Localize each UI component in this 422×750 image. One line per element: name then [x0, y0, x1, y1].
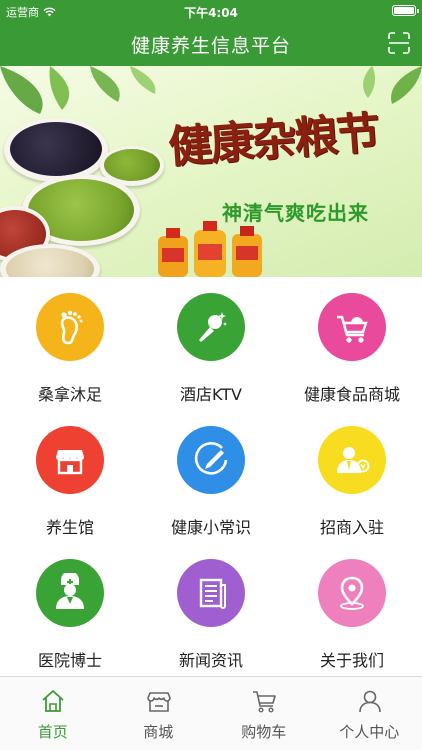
grid-item-label: 关于我们: [319, 651, 384, 670]
location-pin-icon: [318, 559, 386, 627]
foot-icon: [36, 293, 104, 361]
tab-label: 个人中心: [339, 723, 400, 741]
tab-profile[interactable]: 个人中心: [317, 677, 422, 750]
grid-item-label: 医院博士: [37, 651, 102, 670]
battery-icon: [392, 5, 419, 16]
top-bar: 运营商 下午4:04 健康养生信息平台: [0, 0, 422, 66]
grid-item-label: 酒店KTV: [180, 385, 242, 404]
tab-label: 首页: [37, 723, 68, 741]
grid-item-hospital-doctor[interactable]: 医院博士: [0, 543, 140, 676]
grid-item-merchant-join[interactable]: 招商入驻: [282, 410, 422, 543]
tab-home[interactable]: 首页: [0, 677, 106, 750]
merchant-icon: [318, 426, 386, 494]
grid-item-health-tips[interactable]: 健康小常识: [141, 410, 281, 543]
banner-subtitle: 神清气爽吃出来: [222, 201, 369, 225]
status-time: 下午4:04: [184, 6, 238, 20]
page-title: 健康养生信息平台: [130, 35, 291, 57]
leaves-decoration: [0, 66, 156, 114]
service-grid: 桑拿沐足 酒店KTV 健康食品商城 养生馆 健康小常识 招商入驻 医院博士 新闻…: [0, 277, 422, 676]
microphone-icon: [177, 293, 245, 361]
grid-item-label: 招商入驻: [319, 518, 384, 537]
news-icon: [177, 559, 245, 627]
storefront-icon: [36, 426, 104, 494]
grid-item-wellness-center[interactable]: 养生馆: [0, 410, 140, 543]
grid-item-label: 养生馆: [45, 518, 94, 537]
cart-icon: [253, 691, 276, 713]
home-icon: [42, 690, 64, 712]
tab-cart[interactable]: 购物车: [211, 677, 317, 750]
grid-item-label: 新闻资讯: [178, 651, 243, 670]
user-icon: [358, 690, 381, 713]
status-bar: 运营商 下午4:04: [0, 0, 422, 22]
grid-item-sauna[interactable]: 桑拿沐足: [0, 277, 140, 410]
grid-item-label: 健康食品商城: [303, 385, 400, 404]
app-screen: 运营商 下午4:04 健康养生信息平台 健康杂粮节 神清气爽吃出来 桑拿沐足 酒…: [0, 0, 422, 750]
promo-banner[interactable]: 健康杂粮节 神清气爽吃出来: [0, 66, 422, 277]
tab-bar: 首页 商城 购物车 个人中心: [0, 676, 422, 750]
tab-mall[interactable]: 商城: [106, 677, 212, 750]
store-icon: [146, 692, 171, 712]
battery-level: [394, 7, 414, 14]
scan-icon[interactable]: [388, 32, 410, 54]
grid-item-health-food-mall[interactable]: 健康食品商城: [282, 277, 422, 410]
grid-item-news[interactable]: 新闻资讯: [141, 543, 281, 676]
grid-item-hotel-ktv[interactable]: 酒店KTV: [141, 277, 281, 410]
shopping-cart-icon: [318, 293, 386, 361]
grid-item-label: 桑拿沐足: [37, 385, 102, 404]
pencil-icon: [177, 426, 245, 494]
tab-label: 购物车: [241, 723, 287, 741]
tab-label: 商城: [143, 723, 174, 741]
banner-title: 健康杂粮节: [166, 107, 380, 174]
grid-item-about-us[interactable]: 关于我们: [282, 543, 422, 676]
doctor-icon: [36, 559, 104, 627]
nav-bar: 健康养生信息平台: [0, 22, 422, 66]
grid-item-label: 健康小常识: [170, 518, 251, 537]
